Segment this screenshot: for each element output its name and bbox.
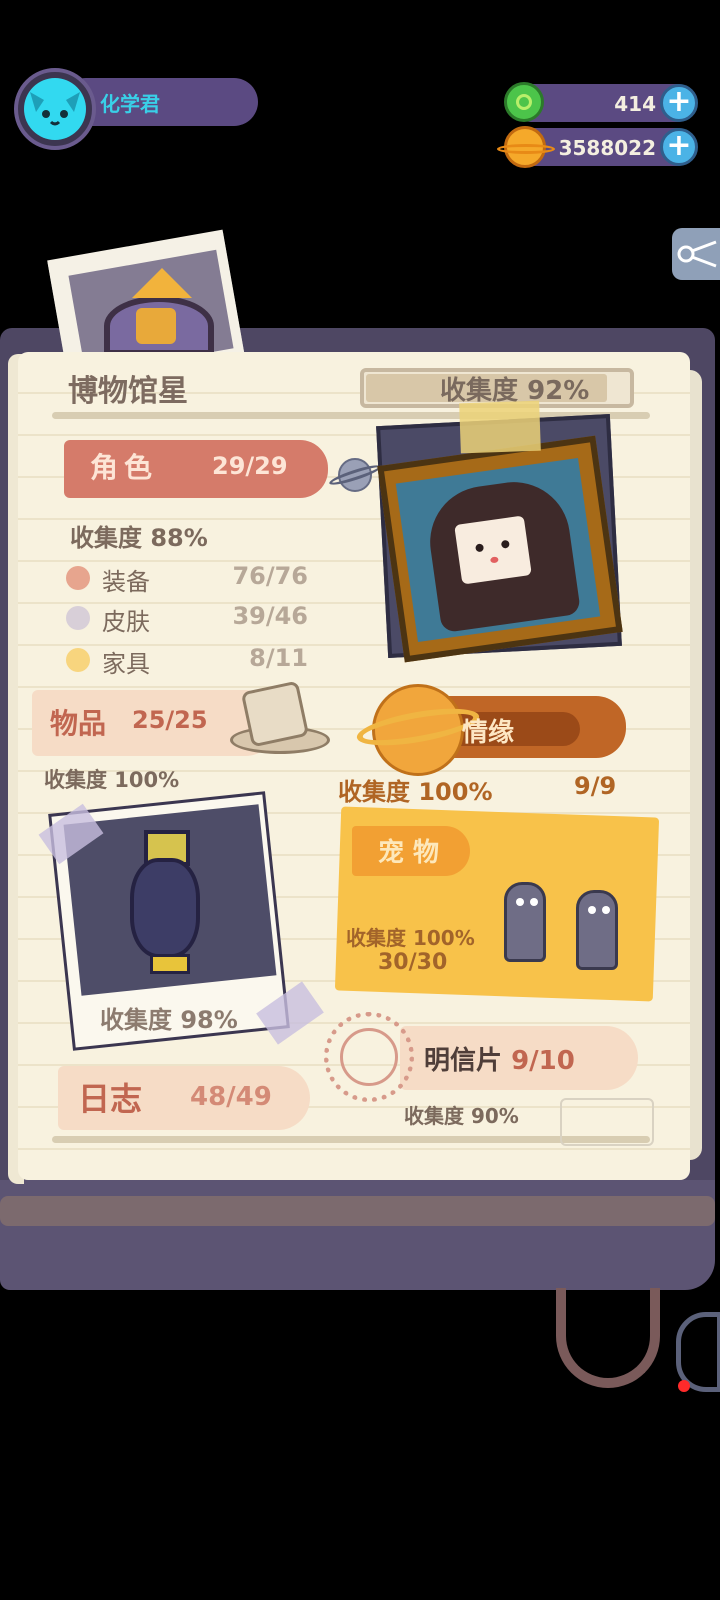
postcards-title: 明信片 [424,1046,503,1076]
relationships-label: 情缘 [462,718,515,748]
relationships-count: 9/9 [574,772,617,800]
equipment-dot [66,566,90,590]
cat-doodle-icon [560,1098,654,1146]
pets-count: 30/30 [378,950,448,975]
characters-collection: 收集度 88% [70,524,208,552]
characters-count: 29/29 [212,452,288,480]
robot-pet-icon [504,882,546,962]
player-name: 化学君 [100,92,160,116]
vase-base [150,954,190,974]
pets-label: 宠 物 [378,838,440,868]
postcards-collection: 收集度 90% [404,1104,519,1128]
artifacts-collection: 收集度 98% [100,1006,238,1034]
skins-value: 39/46 [232,602,308,630]
furniture-label: 家具 [102,650,150,678]
items-count: 25/25 [132,706,208,734]
robot-eye [530,898,538,906]
tape-decoration [459,400,541,454]
add-coins-button[interactable]: + [660,128,698,166]
items-label: 物品 [50,707,107,740]
skins-label: 皮肤 [102,608,150,636]
museum-door [136,308,176,344]
stamp-cat-icon [340,1028,398,1086]
journal-count: 48/49 [190,1082,272,1112]
page-title: 博物馆星 [68,374,188,409]
book-hook [556,1288,660,1388]
robot-eye [602,906,610,914]
planet-icon [338,458,372,492]
vase-icon [130,858,200,958]
pets-collection: 收集度 100% [346,926,475,950]
museum-roof [132,268,192,298]
characters-label: 角色 [90,451,159,484]
gem-icon [504,82,544,122]
add-gems-button[interactable]: + [660,84,698,122]
hat-icon [240,680,310,748]
book-spine [0,1196,715,1226]
share-tab[interactable] [672,228,720,280]
equipment-label: 装备 [102,568,150,596]
cat-avatar-icon[interactable] [24,78,86,140]
postcards-count: 9/10 [511,1046,575,1076]
robot-pet-icon [576,890,618,970]
relationships-collection: 收集度 100% [338,778,493,806]
items-collection: 收集度 100% [44,768,180,792]
journal-label: 日志 [78,1080,143,1118]
record-indicator-icon [678,1380,690,1392]
character-face [454,515,532,585]
furniture-value: 8/11 [249,644,308,672]
equipment-value: 76/76 [232,562,308,590]
skins-dot [66,606,90,630]
robot-eye [516,898,524,906]
coin-planet-icon [497,126,555,168]
furniture-dot [66,648,90,672]
robot-eye [588,906,596,914]
gem-amount: 414 [614,92,656,116]
postcards-label: 明信片 9/10 [424,1040,575,1077]
